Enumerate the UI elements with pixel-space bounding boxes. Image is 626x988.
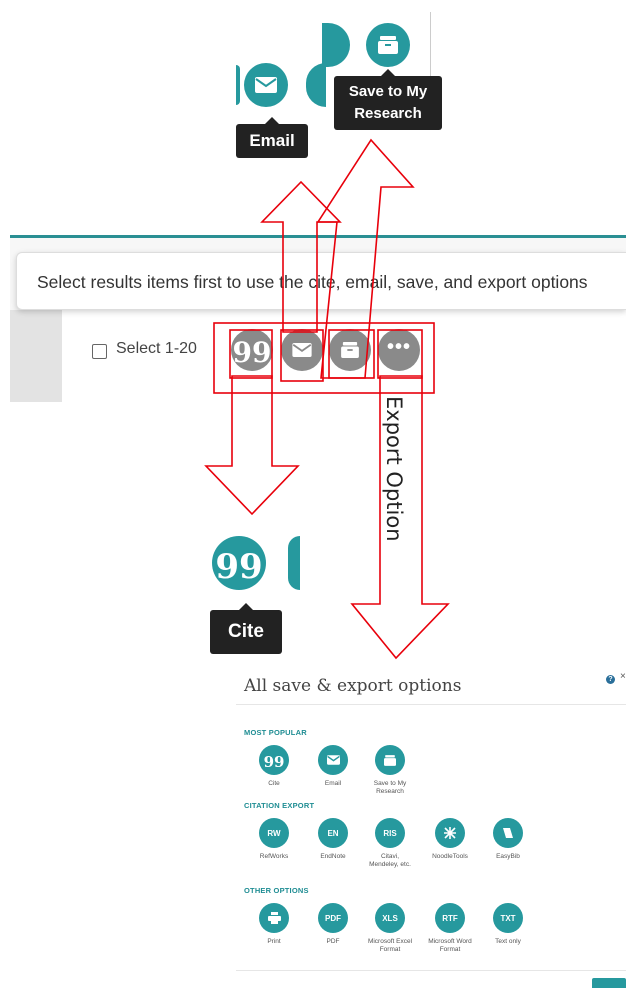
save-to-my-research-option[interactable] <box>375 745 405 775</box>
cite-button[interactable]: 99 <box>212 536 266 590</box>
cite-option[interactable]: 99 <box>259 745 289 775</box>
endnote-option[interactable]: EN <box>318 818 348 848</box>
save-tooltip-line1: Save to My <box>348 83 428 100</box>
endnote-option-label: EndNote <box>320 853 346 860</box>
email-snippet: Email <box>236 55 326 160</box>
ellipsis-icon: ••• <box>386 336 411 358</box>
ris-icon: RIS <box>383 828 397 838</box>
printer-icon <box>267 912 281 924</box>
folder-icon <box>341 342 359 358</box>
folder-icon <box>378 36 398 54</box>
xls-option[interactable]: XLS <box>375 903 405 933</box>
cite-snippet: 99 Cite <box>208 518 300 658</box>
panel-title: All save & export options <box>244 676 462 696</box>
email-button[interactable] <box>281 329 323 371</box>
quote-icon: 99 <box>263 753 285 771</box>
envelope-icon <box>292 343 312 357</box>
xls-option-label: Microsoft Excel Format <box>367 938 413 953</box>
txt-option-label: Text only <box>495 938 521 945</box>
next-button-edge <box>288 536 300 590</box>
easybib-icon <box>503 828 513 838</box>
refworks-option[interactable]: RW <box>259 818 289 848</box>
section-label-most-popular: MOST POPULAR <box>244 728 307 737</box>
ris-option-label: Citavi, Mendeley, etc. <box>369 853 411 868</box>
panel-footer-divider <box>236 970 626 971</box>
save-snippet: Save to My Research <box>322 12 442 130</box>
select-all-checkbox[interactable] <box>92 344 107 359</box>
email-tooltip: Email <box>236 117 308 158</box>
email-button[interactable] <box>244 63 288 107</box>
xls-icon: XLS <box>382 913 398 923</box>
noodletools-option[interactable] <box>435 818 465 848</box>
prev-button-edge <box>236 65 240 105</box>
folder-icon <box>384 754 396 766</box>
email-option-label: Email <box>324 780 342 787</box>
prev-button-edge <box>322 23 350 67</box>
pdf-icon: PDF <box>325 913 341 923</box>
rtf-option[interactable]: RTF <box>435 903 465 933</box>
print-option[interactable] <box>259 903 289 933</box>
select-items-message: Select results items first to use the ci… <box>16 252 626 310</box>
section-label-other-options: OTHER OPTIONS <box>244 886 309 895</box>
rtf-icon: RTF <box>442 913 458 923</box>
save-to-my-research-option-label: Save to My Research <box>373 780 407 795</box>
ris-option[interactable]: RIS <box>375 818 405 848</box>
pdf-option-label: PDF <box>326 938 340 945</box>
cite-button[interactable]: 99 <box>231 329 273 371</box>
refworks-option-label: RefWorks <box>259 853 289 860</box>
endnote-icon: EN <box>327 828 339 838</box>
section-label-citation-export: CITATION EXPORT <box>244 801 315 810</box>
panel-title-divider <box>236 704 626 705</box>
noodletools-icon <box>444 827 456 839</box>
save-to-my-research-button[interactable] <box>366 23 410 67</box>
cite-tooltip: Cite <box>210 603 282 654</box>
arrow-to-export-panel <box>350 375 450 660</box>
envelope-icon <box>326 755 340 765</box>
help-icon[interactable]: ? <box>606 675 615 684</box>
more-options-button[interactable]: ••• <box>378 329 420 371</box>
export-option-annotation: Export Option <box>382 396 406 542</box>
export-options-panel: All save & export options ? × MOST POPUL… <box>236 664 626 988</box>
select-all-label[interactable]: Select 1-20 <box>116 340 197 358</box>
quote-icon: 99 <box>232 336 272 369</box>
save-tooltip: Save to My Research <box>334 69 442 130</box>
txt-icon: TXT <box>500 913 516 923</box>
cite-option-label: Cite <box>268 780 280 787</box>
pdf-option[interactable]: PDF <box>318 903 348 933</box>
rtf-option-label: Microsoft Word Format <box>428 938 472 953</box>
refworks-icon: RW <box>267 828 281 838</box>
txt-option[interactable]: TXT <box>493 903 523 933</box>
save-to-my-research-button[interactable] <box>329 329 371 371</box>
envelope-icon <box>255 77 277 93</box>
noodletools-option-label: NoodleTools <box>432 853 468 860</box>
quote-icon: 99 <box>215 547 263 587</box>
email-option[interactable] <box>318 745 348 775</box>
close-icon[interactable]: × <box>620 671 626 682</box>
easybib-option-label: EasyBib <box>496 853 520 860</box>
easybib-option[interactable] <box>493 818 523 848</box>
save-tooltip-line2: Research <box>354 105 422 122</box>
print-option-label: Print <box>267 938 281 945</box>
panel-footer-button[interactable] <box>592 978 626 988</box>
left-sidebar-strip <box>10 310 62 402</box>
